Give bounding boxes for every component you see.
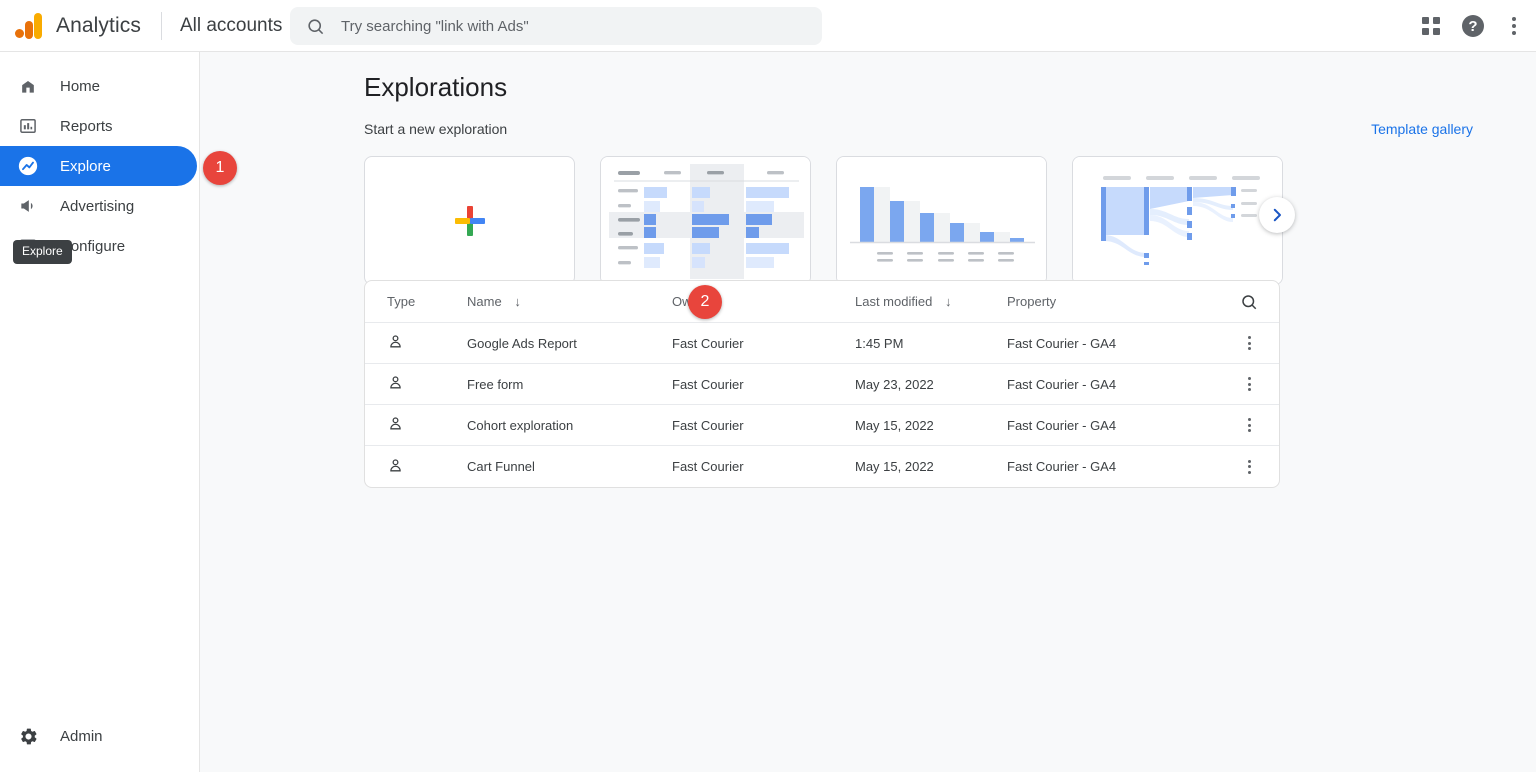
logo-bar-mid: [25, 20, 33, 39]
sidebar-item-admin[interactable]: Admin: [0, 716, 103, 756]
more-vert-icon[interactable]: [1242, 371, 1257, 397]
sort-descending-icon: ↓: [944, 294, 952, 309]
template-thumb-funnel[interactable]: [836, 156, 1047, 285]
person-icon: [390, 335, 401, 348]
column-header-last-modified-label: Last modified: [855, 294, 933, 309]
gear-icon: [17, 725, 39, 747]
column-header-type[interactable]: Type: [365, 294, 467, 309]
main-content: Explorations Start a new exploration Tem…: [200, 52, 1536, 772]
help-icon[interactable]: ?: [1462, 15, 1484, 37]
more-vert-icon[interactable]: [1242, 330, 1257, 356]
sidebar-item-reports[interactable]: Reports: [0, 106, 199, 146]
row-property: Fast Courier - GA4: [1007, 376, 1117, 392]
row-property: Fast Courier - GA4: [1007, 459, 1117, 474]
global-search-bar[interactable]: Try searching "link with Ads": [290, 7, 822, 45]
google-analytics-logo-icon: [14, 12, 44, 39]
column-header-property[interactable]: Property: [1007, 294, 1219, 309]
row-last-modified: May 15, 2022: [855, 459, 934, 474]
explore-compass-icon: [17, 155, 39, 177]
carousel-next-button[interactable]: [1259, 197, 1295, 233]
template-gallery-link[interactable]: Template gallery: [1371, 121, 1473, 137]
template-thumb-free-form[interactable]: [600, 156, 811, 285]
logo-dot: [15, 28, 24, 38]
topbar-actions: ?: [1422, 0, 1522, 52]
top-bar: Analytics All accounts Try searching "li…: [0, 0, 1536, 52]
sidebar-item-advertising[interactable]: Advertising: [0, 186, 199, 226]
sidebar-item-explore[interactable]: Explore: [0, 146, 197, 186]
template-thumb-path[interactable]: [1072, 156, 1283, 285]
sidebar-item-label-home: Home: [60, 77, 101, 95]
row-name: Google Ads Report: [467, 335, 577, 351]
annotation-badge-1: 1: [203, 151, 237, 185]
row-last-modified: 1:45 PM: [855, 335, 904, 351]
row-name: Cart Funnel: [467, 459, 535, 474]
section-label: Start a new exploration: [364, 121, 508, 137]
brand-title: Analytics: [56, 13, 141, 37]
row-property: Fast Courier - GA4: [1007, 417, 1117, 433]
table-row[interactable]: Cart Funnel Fast Courier May 15, 2022 Fa…: [365, 446, 1279, 487]
account-selector[interactable]: All accounts: [179, 14, 303, 37]
search-icon: [308, 18, 324, 34]
sidebar-item-label-reports: Reports: [60, 117, 113, 135]
sort-descending-icon: ↓: [514, 294, 521, 309]
path-thumb-graphic: [1073, 157, 1282, 284]
analytics-explorations-page: Analytics All accounts Try searching "li…: [0, 0, 1536, 772]
row-type-icon: [365, 374, 467, 394]
row-name: Cohort exploration: [467, 417, 574, 433]
page-title: Explorations: [364, 72, 508, 102]
sidebar: Home Reports Explore Advertising Configu…: [0, 52, 200, 772]
megaphone-icon: [17, 195, 39, 217]
annotation-badge-2: 2: [688, 285, 722, 319]
row-type-icon: [365, 457, 467, 477]
person-icon: [390, 458, 401, 471]
apps-grid-icon[interactable]: [1422, 17, 1440, 35]
search-icon: [1242, 294, 1257, 309]
table-header-row: Type Name ↓ Owner Last modified ↓ Proper…: [365, 281, 1279, 323]
global-search-placeholder: Try searching "link with Ads": [341, 17, 529, 35]
row-type-icon: [365, 333, 467, 353]
sidebar-item-label-admin: Admin: [60, 727, 103, 745]
funnel-thumb-graphic: [837, 157, 1046, 284]
more-vert-icon[interactable]: [1242, 412, 1257, 438]
row-owner: Fast Courier: [672, 335, 744, 351]
row-owner: Fast Courier: [672, 417, 744, 433]
row-actions[interactable]: [1219, 454, 1279, 480]
column-header-name[interactable]: Name ↓: [467, 294, 672, 309]
sidebar-item-label-explore: Explore: [60, 157, 111, 175]
table-search-button[interactable]: [1219, 293, 1279, 311]
chevron-right-icon: [1273, 208, 1281, 222]
more-vert-icon[interactable]: [1242, 454, 1257, 480]
table-row[interactable]: Cohort exploration Fast Courier May 15, …: [365, 405, 1279, 446]
table-row[interactable]: Free form Fast Courier May 23, 2022 Fast…: [365, 364, 1279, 405]
row-type-icon: [365, 415, 467, 435]
row-actions[interactable]: [1219, 412, 1279, 438]
logo-bar-tall: [34, 12, 42, 39]
row-actions[interactable]: [1219, 371, 1279, 397]
home-icon: [17, 75, 39, 97]
row-last-modified: May 23, 2022: [855, 376, 934, 392]
more-vert-icon[interactable]: [1506, 13, 1522, 39]
row-name: Free form: [467, 376, 524, 392]
column-header-last-modified[interactable]: Last modified ↓: [855, 294, 1007, 309]
explorations-table: Type Name ↓ Owner Last modified ↓ Proper…: [364, 280, 1280, 488]
person-icon: [390, 417, 401, 430]
row-actions[interactable]: [1219, 330, 1279, 356]
explore-tooltip: Explore: [13, 240, 72, 265]
sidebar-item-label-advertising: Advertising: [60, 197, 135, 215]
row-last-modified: May 15, 2022: [855, 417, 934, 433]
topbar-divider: [160, 11, 162, 40]
template-thumb-blank[interactable]: [364, 156, 575, 285]
row-owner: Fast Courier: [672, 376, 744, 392]
column-header-name-label: Name: [467, 294, 502, 309]
person-icon: [390, 376, 401, 389]
row-owner: Fast Courier: [672, 459, 744, 474]
brand-area[interactable]: Analytics: [14, 12, 141, 39]
account-selector-label: All accounts: [179, 14, 283, 36]
row-property: Fast Courier - GA4: [1007, 335, 1117, 351]
sidebar-item-home[interactable]: Home: [0, 66, 199, 106]
google-plus-icon: [454, 205, 485, 236]
table-thumb-graphic: [601, 157, 810, 284]
table-row[interactable]: Google Ads Report Fast Courier 1:45 PM F…: [365, 323, 1279, 364]
bar-chart-icon: [17, 115, 39, 137]
